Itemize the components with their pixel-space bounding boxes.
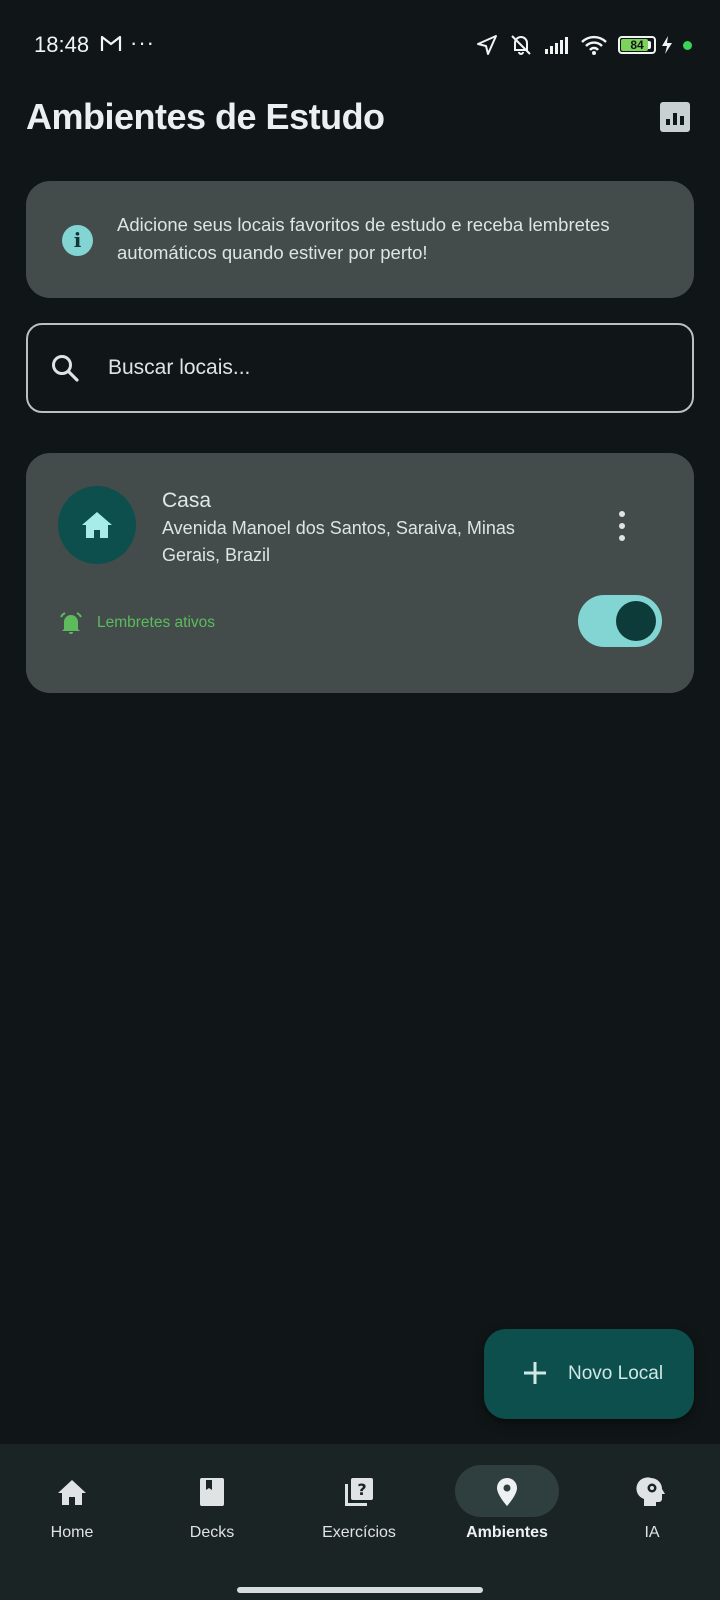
info-text: Adicione seus locais favoritos de estudo… xyxy=(117,214,610,263)
nav-ai[interactable]: IA xyxy=(580,1444,720,1564)
new-location-label: Novo Local xyxy=(568,1363,664,1384)
more-options-icon[interactable] xyxy=(616,511,628,541)
status-bar: 18:48 ··· 84 xyxy=(0,0,720,90)
bottom-navigation: Home Decks ? Exercícios Ambientes IA xyxy=(0,1444,720,1600)
nav-home[interactable]: Home xyxy=(0,1444,144,1564)
nav-label: IA xyxy=(644,1524,660,1541)
signal-icon xyxy=(545,37,568,54)
location-avatar xyxy=(58,486,136,564)
svg-text:?: ? xyxy=(357,1480,366,1499)
info-icon: i xyxy=(62,225,93,256)
nav-label: Decks xyxy=(189,1524,235,1541)
privacy-dot-icon xyxy=(683,40,692,50)
quiz-icon: ? xyxy=(345,1478,373,1506)
location-arrow-icon xyxy=(477,35,497,55)
ai-head-icon xyxy=(636,1477,665,1506)
search-icon xyxy=(52,355,79,382)
search-input[interactable] xyxy=(108,325,668,411)
battery-icon: 84 xyxy=(618,36,656,54)
battery-level: 84 xyxy=(630,38,644,52)
location-address: Avenida Manoel dos Santos, Saraiva, Mina… xyxy=(162,518,515,565)
search-bar[interactable] xyxy=(26,323,694,413)
home-icon xyxy=(82,512,112,538)
nav-label: Ambientes xyxy=(466,1524,548,1541)
home-icon xyxy=(58,1480,86,1505)
reminder-status: Lembretes ativos xyxy=(97,614,216,631)
status-icons: 84 xyxy=(476,32,692,58)
new-location-button[interactable]: Novo Local xyxy=(484,1329,694,1419)
location-name: Casa xyxy=(162,489,212,512)
notifications-muted-icon xyxy=(511,35,531,55)
book-icon xyxy=(200,1478,224,1506)
nav-label: Exercícios xyxy=(322,1524,396,1541)
nav-decks[interactable]: Decks xyxy=(140,1444,284,1564)
nav-label: Home xyxy=(50,1524,94,1541)
location-pin-icon xyxy=(497,1478,517,1506)
info-banner: i Adicione seus locais favoritos de estu… xyxy=(26,181,694,298)
more-notifications-icon: ··· xyxy=(130,30,155,55)
wifi-icon xyxy=(581,35,607,55)
status-time: 18:48 xyxy=(34,32,90,57)
toggle-knob xyxy=(616,601,656,641)
page-title: Ambientes de Estudo xyxy=(26,96,385,137)
nav-environments[interactable]: Ambientes xyxy=(435,1444,579,1564)
bar-chart-icon xyxy=(666,119,670,125)
nav-exercises[interactable]: ? Exercícios xyxy=(287,1444,431,1564)
gmail-icon xyxy=(100,35,122,51)
statistics-button[interactable] xyxy=(660,102,690,132)
location-card[interactable]: Casa Avenida Manoel dos Santos, Saraiva,… xyxy=(26,453,694,693)
charging-icon xyxy=(662,36,672,54)
home-indicator xyxy=(237,1587,483,1593)
plus-icon xyxy=(524,1362,546,1384)
bell-ringing-icon xyxy=(60,612,82,634)
reminder-toggle[interactable] xyxy=(578,595,662,647)
